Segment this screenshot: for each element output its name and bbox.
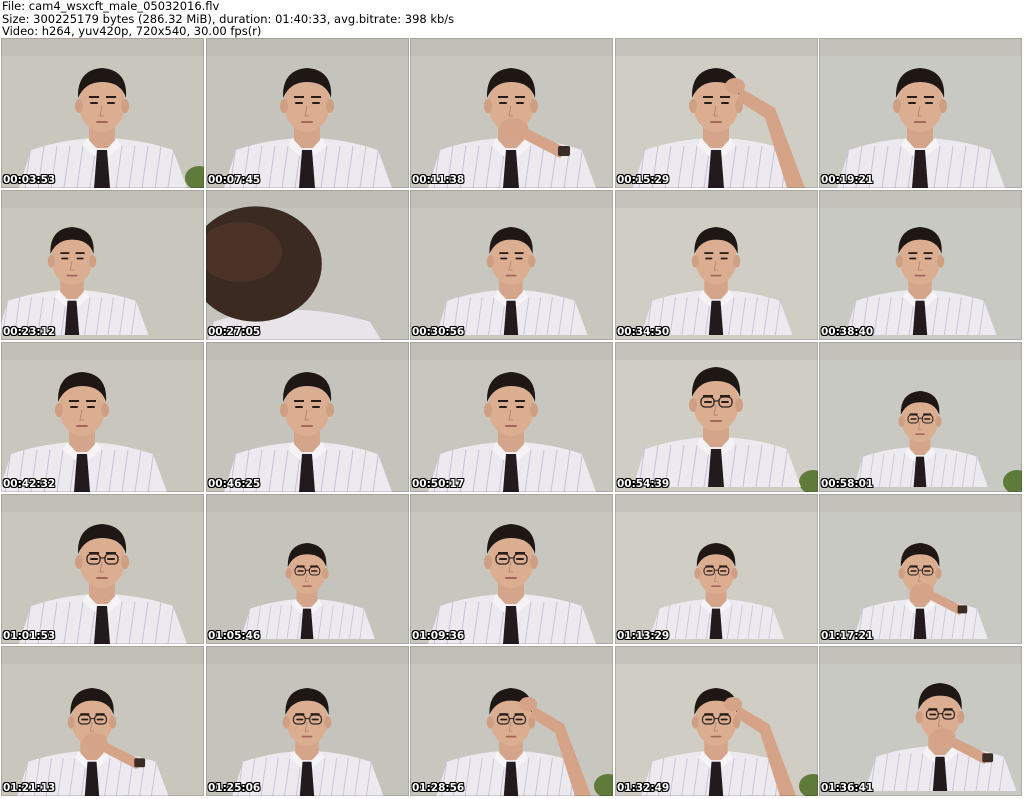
thumbnail-frame: 00:30:56 <box>410 190 613 340</box>
thumbnail-frame: 00:42:32 <box>1 342 204 492</box>
thumbnail-frame: 01:25:06 <box>206 646 409 796</box>
thumbnail-frame: 01:09:36 <box>410 494 613 644</box>
thumbnail-frame: 00:03:53 <box>1 38 204 188</box>
webcam-frame-image <box>206 494 409 644</box>
thumbnail-timestamp: 00:07:45 <box>208 174 261 186</box>
webcam-frame-image <box>615 646 818 796</box>
file-info-header: File: cam4_wsxcft_male_05032016.flv Size… <box>2 0 1022 38</box>
thumbnail-timestamp: 01:17:21 <box>821 630 874 642</box>
webcam-frame-image <box>410 494 613 644</box>
thumbnail-timestamp: 01:32:49 <box>617 782 670 794</box>
thumbnail-frame: 01:05:46 <box>206 494 409 644</box>
thumbnail-frame: 00:11:38 <box>410 38 613 188</box>
thumbnail-timestamp: 01:21:13 <box>3 782 56 794</box>
webcam-frame-image <box>819 646 1022 796</box>
thumbnail-frame: 00:58:01 <box>819 342 1022 492</box>
webcam-frame-image <box>819 494 1022 644</box>
thumbnail-grid: 00:03:53 00:07:45 00:11:38 00:15:29 00:19:21… <box>0 38 1024 799</box>
thumbnail-timestamp: 01:05:46 <box>208 630 261 642</box>
thumbnail-frame: 00:27:05 <box>206 190 409 340</box>
webcam-frame-image <box>615 190 818 340</box>
thumbnail-frame: 01:28:56 <box>410 646 613 796</box>
webcam-frame-image <box>410 342 613 492</box>
webcam-frame-image <box>1 646 204 796</box>
thumbnail-frame: 01:21:13 <box>1 646 204 796</box>
thumbnail-timestamp: 00:30:56 <box>412 326 465 338</box>
webcam-frame-image <box>819 190 1022 340</box>
thumbnail-frame: 01:01:53 <box>1 494 204 644</box>
thumbnail-frame: 00:15:29 <box>615 38 818 188</box>
thumbnail-frame: 00:54:39 <box>615 342 818 492</box>
webcam-frame-image <box>615 38 818 188</box>
thumbnail-timestamp: 00:15:29 <box>617 174 670 186</box>
webcam-frame-image <box>1 342 204 492</box>
webcam-frame-image <box>1 190 204 340</box>
webcam-frame-image <box>206 38 409 188</box>
webcam-frame-image <box>410 646 613 796</box>
thumbnail-frame: 01:17:21 <box>819 494 1022 644</box>
webcam-frame-image <box>819 38 1022 188</box>
thumbnail-timestamp: 00:23:12 <box>3 326 56 338</box>
webcam-frame-image <box>206 646 409 796</box>
thumbnail-timestamp: 01:13:29 <box>617 630 670 642</box>
webcam-frame-image <box>1 38 204 188</box>
thumbnail-frame: 01:32:49 <box>615 646 818 796</box>
thumbnail-timestamp: 01:28:56 <box>412 782 465 794</box>
video-info-line: Video: h264, yuv420p, 720x540, 30.00 fps… <box>2 24 262 38</box>
thumbnail-timestamp: 01:09:36 <box>412 630 465 642</box>
webcam-frame-image <box>410 190 613 340</box>
thumbnail-timestamp: 00:34:50 <box>617 326 670 338</box>
thumbnail-timestamp: 00:11:38 <box>412 174 465 186</box>
thumbnail-timestamp: 00:58:01 <box>821 478 874 490</box>
webcam-frame-image <box>615 494 818 644</box>
thumbnail-timestamp: 00:19:21 <box>821 174 874 186</box>
thumbnail-timestamp: 01:01:53 <box>3 630 56 642</box>
thumbnail-frame: 00:50:17 <box>410 342 613 492</box>
thumbnail-timestamp: 00:42:32 <box>3 478 56 490</box>
thumbnail-timestamp: 00:03:53 <box>3 174 56 186</box>
webcam-frame-image <box>615 342 818 492</box>
webcam-frame-image <box>819 342 1022 492</box>
thumbnail-timestamp: 00:27:05 <box>208 326 261 338</box>
thumbnail-timestamp: 01:25:06 <box>208 782 261 794</box>
thumbnail-frame: 00:46:25 <box>206 342 409 492</box>
thumbnail-frame: 00:07:45 <box>206 38 409 188</box>
thumbnail-frame: 01:36:41 <box>819 646 1022 796</box>
thumbnail-timestamp: 01:36:41 <box>821 782 874 794</box>
webcam-frame-image <box>206 190 409 340</box>
thumbnail-timestamp: 00:46:25 <box>208 478 261 490</box>
thumbnail-timestamp: 00:54:39 <box>617 478 670 490</box>
thumbnail-timestamp: 00:38:40 <box>821 326 874 338</box>
webcam-frame-image <box>1 494 204 644</box>
thumbnail-frame: 00:38:40 <box>819 190 1022 340</box>
thumbnail-frame: 00:19:21 <box>819 38 1022 188</box>
thumbnail-timestamp: 00:50:17 <box>412 478 465 490</box>
webcam-frame-image <box>206 342 409 492</box>
thumbnail-frame: 00:34:50 <box>615 190 818 340</box>
thumbnail-frame: 01:13:29 <box>615 494 818 644</box>
file-name-line: File: cam4_wsxcft_male_05032016.flv <box>2 0 220 13</box>
webcam-frame-image <box>410 38 613 188</box>
thumbnail-frame: 00:23:12 <box>1 190 204 340</box>
